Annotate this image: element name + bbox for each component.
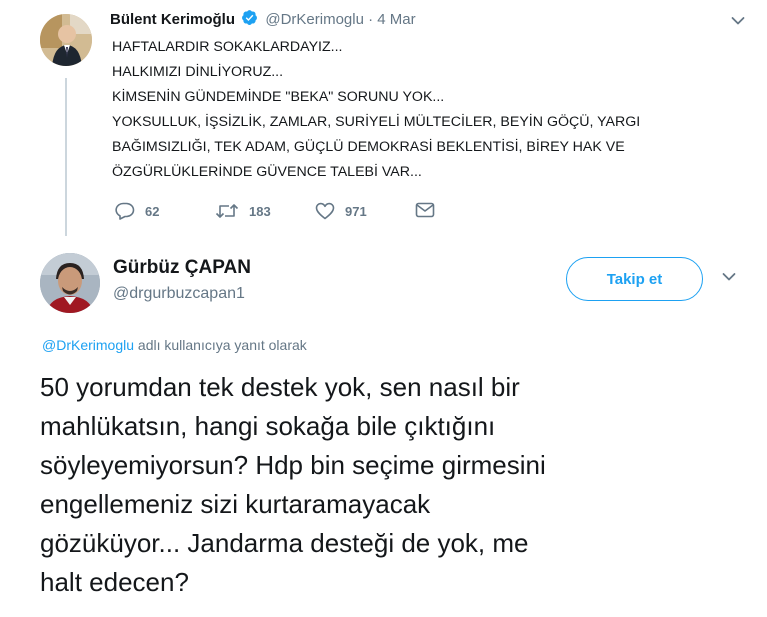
separator-dot: · xyxy=(368,11,374,28)
follow-button[interactable]: Takip et xyxy=(566,257,703,301)
tweet-text-line: engellemeniz sizi kurtaramayacak xyxy=(40,489,431,519)
direct-message-button[interactable] xyxy=(415,202,435,218)
tweet-text-line: KİMSENİN GÜNDEMİNDE "BEKA" SORUNU YOK... xyxy=(112,89,445,105)
tweet-text-line: YOKSULLUK, İŞSİZLİK, ZAMLAR, SURİYELİ MÜ… xyxy=(112,114,641,130)
author-handle[interactable]: @DrKerimoglu xyxy=(265,11,364,28)
tweet-text-line: mahlükatsın, hangi sokağa bile çıktığını xyxy=(40,411,496,441)
tweet-text: 50 yorumdan tek destek yok, sen nasıl bi… xyxy=(40,368,740,602)
verified-badge-icon xyxy=(242,10,258,25)
like-count: 971 xyxy=(345,203,367,219)
chevron-down-icon[interactable] xyxy=(722,272,736,282)
reply-context-text: adlı kullanıcıya yanıt olarak xyxy=(134,337,307,353)
reply-icon xyxy=(115,202,135,220)
retweet-count: 183 xyxy=(249,203,271,219)
tweet-text: HAFTALARDIR SOKAKLARDAYIZ... HALKIMIZI D… xyxy=(112,35,712,185)
reply-count: 62 xyxy=(145,203,160,219)
tweet-text-line: ÖZGÜRLÜKLERİNDE GÜVENCE TALEBİ VAR... xyxy=(112,164,422,180)
tweet-text-line: 50 yorumdan tek destek yok, sen nasıl bi… xyxy=(40,372,520,402)
author-name[interactable]: Bülent Kerimoğlu xyxy=(110,11,235,28)
tweet-header: Bülent Kerimoğlu @DrKerimoglu · 4 Mar xyxy=(110,9,416,28)
thread-line xyxy=(65,78,67,236)
retweet-icon xyxy=(215,204,239,218)
parent-tweet[interactable]: Bülent Kerimoğlu @DrKerimoglu · 4 Mar HA… xyxy=(0,0,767,236)
tweet-text-line: gözüküyor... Jandarma desteği de yok, me xyxy=(40,528,529,558)
like-button[interactable]: 971 xyxy=(315,202,367,220)
reply-to-link[interactable]: @DrKerimoglu xyxy=(42,337,134,353)
tweet-text-line: söyleyemiyorsun? Hdp bin seçime girmesin… xyxy=(40,450,546,480)
tweet-actions: 62 183 971 xyxy=(115,202,445,222)
reply-button[interactable]: 62 xyxy=(115,202,159,220)
tweet-date[interactable]: 4 Mar xyxy=(377,11,415,28)
tweet-text-line: BAĞIMSIZLIĞI, TEK ADAM, GÜÇLÜ DEMOKRASİ … xyxy=(112,139,625,155)
retweet-button[interactable]: 183 xyxy=(215,202,271,220)
avatar[interactable] xyxy=(40,14,92,66)
author-handle[interactable]: @drgurbuzcapan1 xyxy=(113,285,245,303)
chevron-down-icon[interactable] xyxy=(731,16,745,26)
author-name[interactable]: Gürbüz ÇAPAN xyxy=(113,257,251,279)
direct-message-icon xyxy=(415,202,435,218)
tweet-text-line: HAFTALARDIR SOKAKLARDAYIZ... xyxy=(112,39,343,55)
tweet-text-line: HALKIMIZI DİNLİYORUZ... xyxy=(112,64,284,80)
like-icon xyxy=(315,202,335,220)
reply-context: @DrKerimoglu adlı kullanıcıya yanıt olar… xyxy=(42,337,307,353)
tweet-text-line: halt edecen? xyxy=(40,567,189,597)
avatar[interactable] xyxy=(40,253,100,313)
